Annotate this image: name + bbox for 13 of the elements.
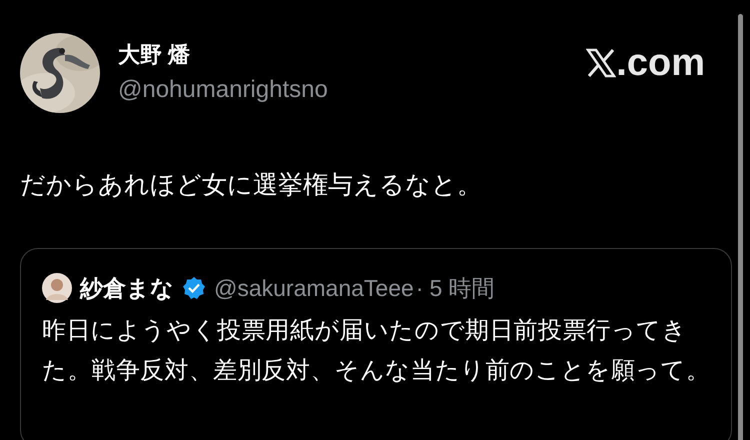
avatar-icon [42, 273, 72, 303]
timestamp: 5 時間 [429, 274, 495, 302]
scrollbar-thumb[interactable] [738, 14, 743, 440]
tweet-text: だからあれほど女に選挙権与えるなと。 [20, 170, 483, 201]
author-handle: @nohumanrightsno [118, 76, 328, 104]
site-domain: .com [616, 41, 705, 85]
quoted-author-name: 紗倉まな [80, 274, 174, 302]
quoted-author-handle: @sakuramanaTeee [214, 274, 414, 302]
author-name: 大野 燔 [118, 42, 192, 68]
quoted-tweet-text: 昨日にようやく投票用紙が届いたので期日前投票行ってきた。戦争反対、差別反対、そんな当たり前のことを願って。 [42, 316, 712, 386]
quoted-tweet-card[interactable]: 紗倉まな @sakuramanaTeee· 5 時間 昨日にようやく投票用紙が届いたので期日前投票行ってきた。戦争反対、差別反対、そんな当たり前のことを願って。 [20, 248, 732, 440]
x-logo-icon [586, 48, 616, 78]
separator: · [416, 274, 424, 302]
